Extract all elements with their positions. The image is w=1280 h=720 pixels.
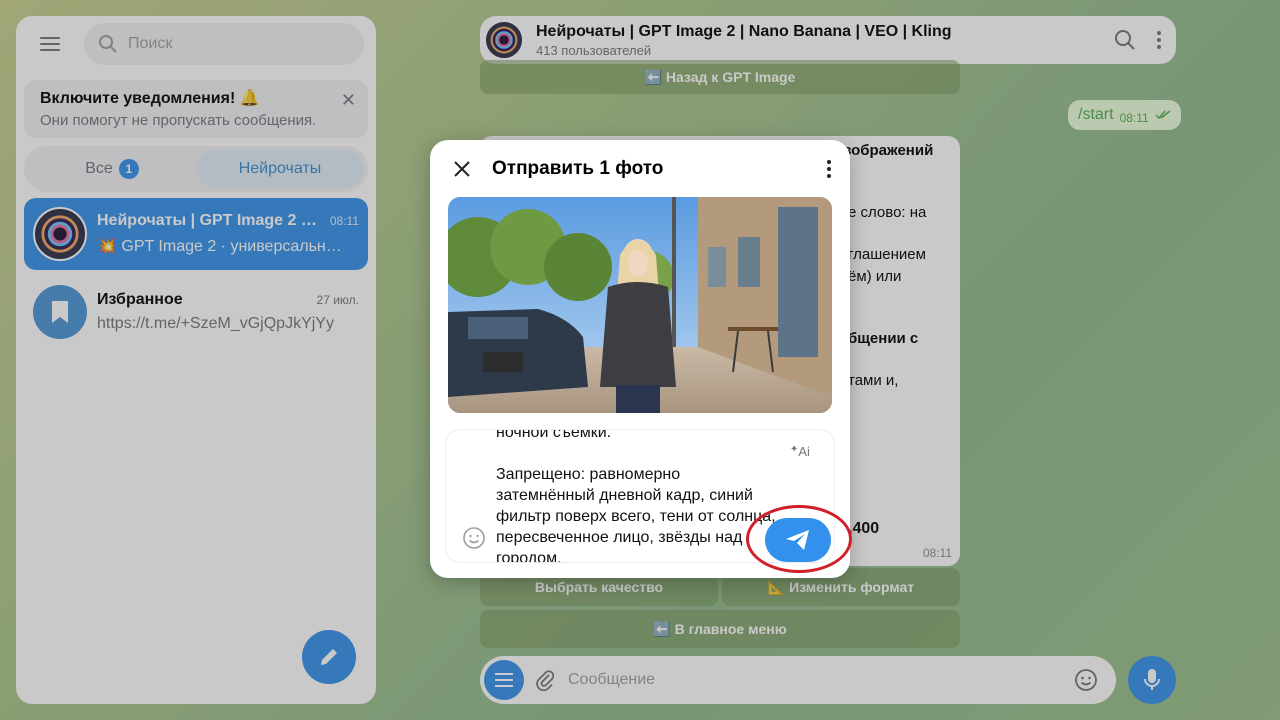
ai-label: Ai [798, 444, 810, 459]
street-photo-image [448, 197, 832, 413]
caption-text: ночной съёмки. Запрещено: равномерно зат… [496, 430, 776, 562]
more-vertical-icon[interactable] [826, 159, 832, 179]
dialog-title: Отправить 1 фото [492, 158, 664, 179]
emoji-icon[interactable] [462, 526, 486, 550]
photo-preview[interactable] [448, 197, 832, 413]
annotation-circle [746, 505, 852, 573]
close-icon[interactable] [454, 161, 470, 177]
ai-sparkle-icon[interactable]: ✦Ai [790, 444, 810, 459]
